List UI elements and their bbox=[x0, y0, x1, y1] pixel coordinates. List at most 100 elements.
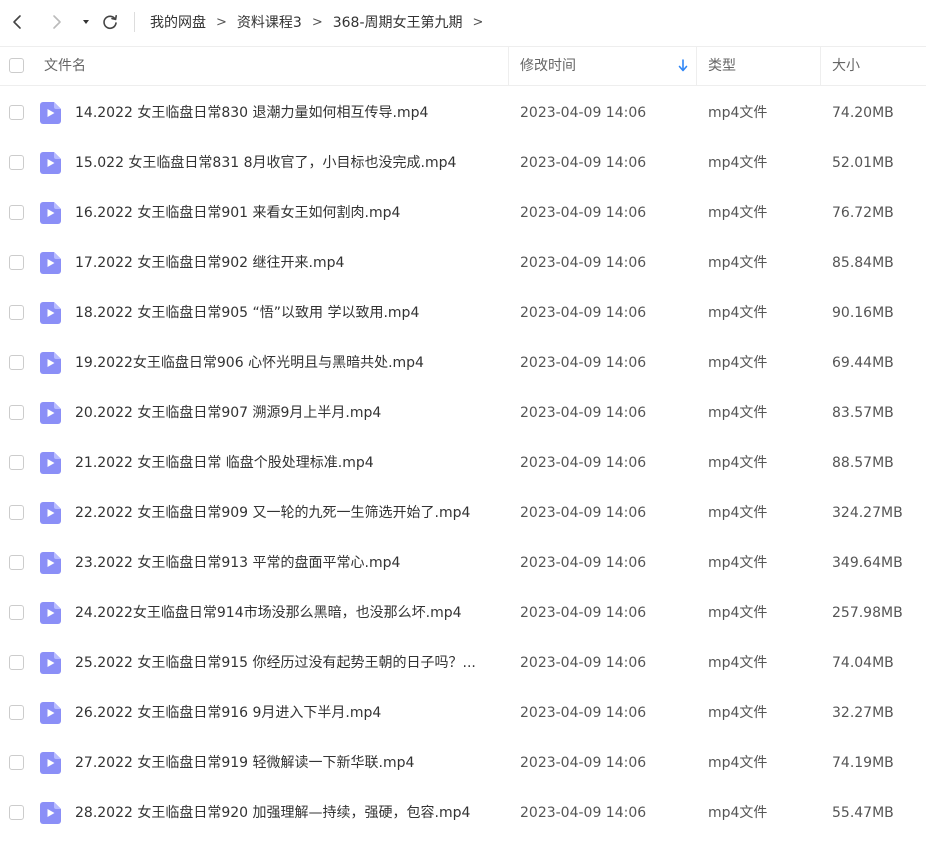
file-name[interactable]: 25.2022 女王临盘日常915 你经历过没有起势王朝的日子吗？... bbox=[75, 638, 500, 688]
file-modified-time: 2023-04-09 14:06 bbox=[520, 705, 647, 721]
video-file-icon bbox=[40, 602, 61, 624]
row-checkbox[interactable] bbox=[9, 805, 24, 820]
row-checkbox[interactable] bbox=[9, 205, 24, 220]
file-size: 349.64MB bbox=[832, 555, 903, 571]
file-row[interactable]: 21.2022 女王临盘日常 临盘个股处理标准.mp4 2023-04-09 1… bbox=[0, 438, 926, 488]
forward-button[interactable] bbox=[44, 9, 68, 35]
breadcrumb-item-current[interactable]: 368-周期女王第九期 bbox=[333, 12, 463, 32]
history-dropdown-button[interactable] bbox=[74, 9, 98, 35]
file-name[interactable]: 18.2022 女王临盘日常905 “悟”以致用 学以致用.mp4 bbox=[75, 288, 500, 338]
file-name[interactable]: 17.2022 女王临盘日常902 继往开来.mp4 bbox=[75, 238, 500, 288]
file-name[interactable]: 20.2022 女王临盘日常907 溯源9月上半月.mp4 bbox=[75, 388, 500, 438]
file-row[interactable]: 14.2022 女王临盘日常830 退潮力量如何相互传导.mp4 2023-04… bbox=[0, 88, 926, 138]
file-row[interactable]: 25.2022 女王临盘日常915 你经历过没有起势王朝的日子吗？... 202… bbox=[0, 638, 926, 688]
file-type: mp4文件 bbox=[708, 205, 768, 221]
file-row[interactable]: 23.2022 女王临盘日常913 平常的盘面平常心.mp4 2023-04-0… bbox=[0, 538, 926, 588]
file-name[interactable]: 21.2022 女王临盘日常 临盘个股处理标准.mp4 bbox=[75, 438, 500, 488]
file-size: 85.84MB bbox=[832, 255, 894, 271]
chevron-left-icon bbox=[13, 15, 21, 29]
sort-descending-icon[interactable] bbox=[677, 59, 689, 73]
video-file-icon bbox=[40, 302, 61, 324]
file-name[interactable]: 23.2022 女王临盘日常913 平常的盘面平常心.mp4 bbox=[75, 538, 500, 588]
file-modified-time: 2023-04-09 14:06 bbox=[520, 155, 647, 171]
column-header-name[interactable]: 文件名 bbox=[44, 47, 86, 85]
file-type: mp4文件 bbox=[708, 455, 768, 471]
file-name[interactable]: 28.2022 女王临盘日常920 加强理解—持续，强硬，包容.mp4 bbox=[75, 788, 500, 838]
file-size: 55.47MB bbox=[832, 805, 894, 821]
video-file-icon bbox=[40, 702, 61, 724]
row-checkbox[interactable] bbox=[9, 705, 24, 720]
file-modified-time: 2023-04-09 14:06 bbox=[520, 255, 647, 271]
row-checkbox[interactable] bbox=[9, 105, 24, 120]
row-checkbox[interactable] bbox=[9, 255, 24, 270]
file-type: mp4文件 bbox=[708, 755, 768, 771]
file-modified-time: 2023-04-09 14:06 bbox=[520, 505, 647, 521]
row-checkbox[interactable] bbox=[9, 655, 24, 670]
file-size: 90.16MB bbox=[832, 305, 894, 321]
file-size: 83.57MB bbox=[832, 405, 894, 421]
back-button[interactable] bbox=[6, 9, 30, 35]
column-header-type[interactable]: 类型 bbox=[708, 47, 736, 85]
video-file-icon bbox=[40, 652, 61, 674]
file-row[interactable]: 22.2022 女王临盘日常909 又一轮的九死一生筛选开始了.mp4 2023… bbox=[0, 488, 926, 538]
row-checkbox[interactable] bbox=[9, 505, 24, 520]
column-header-modified[interactable]: 修改时间 bbox=[520, 47, 576, 85]
file-name[interactable]: 26.2022 女王临盘日常916 9月进入下半月.mp4 bbox=[75, 688, 500, 738]
file-type: mp4文件 bbox=[708, 405, 768, 421]
row-checkbox[interactable] bbox=[9, 405, 24, 420]
row-checkbox[interactable] bbox=[9, 555, 24, 570]
file-row[interactable]: 27.2022 女王临盘日常919 轻微解读一下新华联.mp4 2023-04-… bbox=[0, 738, 926, 788]
breadcrumb-item-root[interactable]: 我的网盘 bbox=[150, 12, 206, 32]
row-checkbox[interactable] bbox=[9, 155, 24, 170]
file-type: mp4文件 bbox=[708, 305, 768, 321]
file-row[interactable]: 16.2022 女王临盘日常901 来看女王如何割肉.mp4 2023-04-0… bbox=[0, 188, 926, 238]
file-size: 52.01MB bbox=[832, 155, 894, 171]
file-row[interactable]: 28.2022 女王临盘日常920 加强理解—持续，强硬，包容.mp4 2023… bbox=[0, 788, 926, 838]
file-name[interactable]: 14.2022 女王临盘日常830 退潮力量如何相互传导.mp4 bbox=[75, 88, 500, 138]
select-all-checkbox[interactable] bbox=[9, 58, 24, 73]
file-modified-time: 2023-04-09 14:06 bbox=[520, 355, 647, 371]
file-row[interactable]: 15.022 女王临盘日常831 8月收官了，小目标也没完成.mp4 2023-… bbox=[0, 138, 926, 188]
video-file-icon bbox=[40, 802, 61, 824]
file-type: mp4文件 bbox=[708, 355, 768, 371]
file-modified-time: 2023-04-09 14:06 bbox=[520, 655, 647, 671]
file-size: 74.19MB bbox=[832, 755, 894, 771]
row-checkbox[interactable] bbox=[9, 305, 24, 320]
file-modified-time: 2023-04-09 14:06 bbox=[520, 755, 647, 771]
file-row[interactable]: 20.2022 女王临盘日常907 溯源9月上半月.mp4 2023-04-09… bbox=[0, 388, 926, 438]
file-name[interactable]: 16.2022 女王临盘日常901 来看女王如何割肉.mp4 bbox=[75, 188, 500, 238]
file-name[interactable]: 24.2022女王临盘日常914市场没那么黑暗，也没那么坏.mp4 bbox=[75, 588, 500, 638]
file-type: mp4文件 bbox=[708, 105, 768, 121]
file-row[interactable]: 26.2022 女王临盘日常916 9月进入下半月.mp4 2023-04-09… bbox=[0, 688, 926, 738]
column-divider[interactable] bbox=[820, 47, 821, 85]
file-size: 324.27MB bbox=[832, 505, 903, 521]
file-name[interactable]: 27.2022 女王临盘日常919 轻微解读一下新华联.mp4 bbox=[75, 738, 500, 788]
file-size: 74.04MB bbox=[832, 655, 894, 671]
row-checkbox[interactable] bbox=[9, 755, 24, 770]
file-name[interactable]: 15.022 女王临盘日常831 8月收官了，小目标也没完成.mp4 bbox=[75, 138, 500, 188]
file-type: mp4文件 bbox=[708, 505, 768, 521]
file-row[interactable]: 19.2022女王临盘日常906 心怀光明且与黑暗共处.mp4 2023-04-… bbox=[0, 338, 926, 388]
refresh-button[interactable] bbox=[98, 9, 122, 35]
column-divider[interactable] bbox=[508, 47, 509, 85]
video-file-icon bbox=[40, 452, 61, 474]
file-name[interactable]: 22.2022 女王临盘日常909 又一轮的九死一生筛选开始了.mp4 bbox=[75, 488, 500, 538]
row-checkbox[interactable] bbox=[9, 605, 24, 620]
breadcrumb-item-course[interactable]: 资料课程3 bbox=[237, 12, 302, 32]
file-modified-time: 2023-04-09 14:06 bbox=[520, 555, 647, 571]
file-row[interactable]: 18.2022 女王临盘日常905 “悟”以致用 学以致用.mp4 2023-0… bbox=[0, 288, 926, 338]
breadcrumb-separator: > bbox=[311, 14, 323, 30]
file-row[interactable]: 17.2022 女王临盘日常902 继往开来.mp4 2023-04-09 14… bbox=[0, 238, 926, 288]
column-header-size[interactable]: 大小 bbox=[832, 47, 860, 85]
file-name[interactable]: 19.2022女王临盘日常906 心怀光明且与黑暗共处.mp4 bbox=[75, 338, 500, 388]
file-row[interactable]: 24.2022女王临盘日常914市场没那么黑暗，也没那么坏.mp4 2023-0… bbox=[0, 588, 926, 638]
video-file-icon bbox=[40, 252, 61, 274]
row-checkbox[interactable] bbox=[9, 355, 24, 370]
row-checkbox[interactable] bbox=[9, 455, 24, 470]
video-file-icon bbox=[40, 202, 61, 224]
file-size: 74.20MB bbox=[832, 105, 894, 121]
file-size: 32.27MB bbox=[832, 705, 894, 721]
breadcrumb-separator[interactable]: > bbox=[473, 15, 484, 30]
file-type: mp4文件 bbox=[708, 155, 768, 171]
column-divider[interactable] bbox=[696, 47, 697, 85]
